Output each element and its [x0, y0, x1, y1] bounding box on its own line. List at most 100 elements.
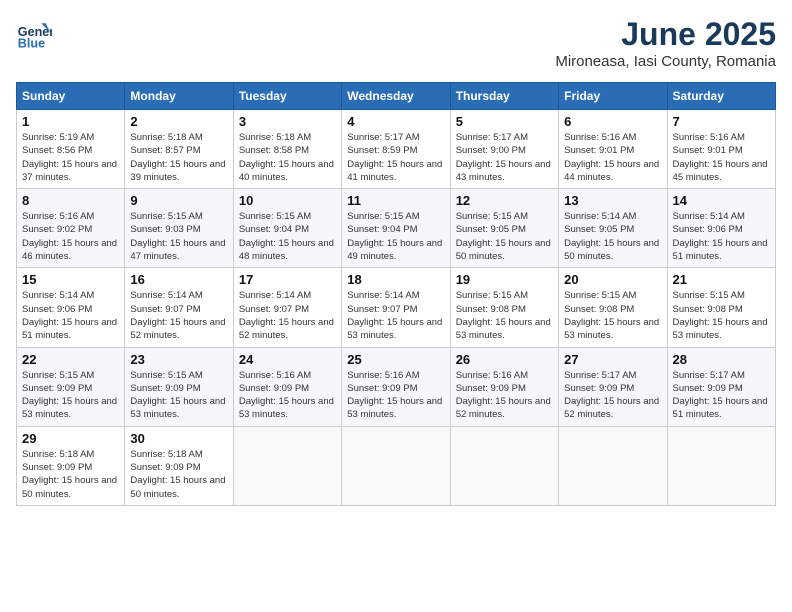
day-number: 4: [347, 114, 444, 129]
calendar-day-cell: [450, 426, 558, 505]
calendar-day-cell: 8 Sunrise: 5:16 AMSunset: 9:02 PMDaylight…: [17, 189, 125, 268]
svg-text:Blue: Blue: [18, 37, 45, 51]
calendar-week-row: 8 Sunrise: 5:16 AMSunset: 9:02 PMDaylight…: [17, 189, 776, 268]
calendar-day-cell: 18 Sunrise: 5:14 AMSunset: 9:07 PMDayligh…: [342, 268, 450, 347]
calendar-day-cell: 11 Sunrise: 5:15 AMSunset: 9:04 PMDayligh…: [342, 189, 450, 268]
calendar-day-cell: 4 Sunrise: 5:17 AMSunset: 8:59 PMDaylight…: [342, 110, 450, 189]
day-number: 29: [22, 431, 119, 446]
day-number: 30: [130, 431, 227, 446]
calendar-day-cell: 3 Sunrise: 5:18 AMSunset: 8:58 PMDaylight…: [233, 110, 341, 189]
weekday-header: Thursday: [450, 83, 558, 110]
calendar-day-cell: [233, 426, 341, 505]
day-info: Sunrise: 5:16 AMSunset: 9:09 PMDaylight:…: [456, 369, 553, 422]
day-info: Sunrise: 5:15 AMSunset: 9:04 PMDaylight:…: [347, 210, 444, 263]
calendar-day-cell: 29 Sunrise: 5:18 AMSunset: 9:09 PMDayligh…: [17, 426, 125, 505]
calendar-day-cell: 7 Sunrise: 5:16 AMSunset: 9:01 PMDaylight…: [667, 110, 775, 189]
calendar-day-cell: 19Sunrise: 5:15 AMSunset: 9:08 PMDayligh…: [450, 268, 558, 347]
calendar-day-cell: 24Sunrise: 5:16 AMSunset: 9:09 PMDayligh…: [233, 347, 341, 426]
day-info: Sunrise: 5:15 AMSunset: 9:09 PMDaylight:…: [130, 369, 227, 422]
day-info: Sunrise: 5:14 AMSunset: 9:05 PMDaylight:…: [564, 210, 661, 263]
weekday-header: Wednesday: [342, 83, 450, 110]
day-info: Sunrise: 5:19 AMSunset: 8:56 PMDaylight:…: [22, 131, 119, 184]
day-info: Sunrise: 5:17 AMSunset: 9:00 PMDaylight:…: [456, 131, 553, 184]
day-number: 12: [456, 193, 553, 208]
weekday-header: Saturday: [667, 83, 775, 110]
day-number: 6: [564, 114, 661, 129]
calendar-day-cell: 23 Sunrise: 5:15 AMSunset: 9:09 PMDayligh…: [125, 347, 233, 426]
logo-icon: General Blue: [16, 16, 52, 52]
day-number: 2: [130, 114, 227, 129]
calendar-day-cell: 25Sunrise: 5:16 AMSunset: 9:09 PMDayligh…: [342, 347, 450, 426]
calendar-day-cell: 20 Sunrise: 5:15 AMSunset: 9:08 PMDayligh…: [559, 268, 667, 347]
day-number: 5: [456, 114, 553, 129]
day-number: 1: [22, 114, 119, 129]
day-info: Sunrise: 5:18 AMSunset: 8:57 PMDaylight:…: [130, 131, 227, 184]
title-area: June 2025 Mironeasa, Iasi County, Romani…: [555, 16, 776, 70]
day-number: 17: [239, 272, 336, 287]
day-info: Sunrise: 5:15 AMSunset: 9:09 PMDaylight:…: [22, 369, 119, 422]
day-number: 14: [673, 193, 770, 208]
calendar-day-cell: 10 Sunrise: 5:15 AMSunset: 9:04 PMDayligh…: [233, 189, 341, 268]
day-info: Sunrise: 5:14 AMSunset: 9:07 PMDaylight:…: [130, 289, 227, 342]
calendar-day-cell: [559, 426, 667, 505]
calendar-day-cell: 12 Sunrise: 5:15 AMSunset: 9:05 PMDayligh…: [450, 189, 558, 268]
day-info: Sunrise: 5:14 AMSunset: 9:06 PMDaylight:…: [22, 289, 119, 342]
day-info: Sunrise: 5:16 AMSunset: 9:02 PMDaylight:…: [22, 210, 119, 263]
calendar-header-row: SundayMondayTuesdayWednesdayThursdayFrid…: [17, 83, 776, 110]
day-number: 8: [22, 193, 119, 208]
day-info: Sunrise: 5:16 AMSunset: 9:01 PMDaylight:…: [673, 131, 770, 184]
calendar-day-cell: 28 Sunrise: 5:17 AMSunset: 9:09 PMDayligh…: [667, 347, 775, 426]
weekday-header: Sunday: [17, 83, 125, 110]
day-number: 11: [347, 193, 444, 208]
calendar-week-row: 1 Sunrise: 5:19 AMSunset: 8:56 PMDaylight…: [17, 110, 776, 189]
day-info: Sunrise: 5:16 AMSunset: 9:09 PMDaylight:…: [239, 369, 336, 422]
calendar-day-cell: 15 Sunrise: 5:14 AMSunset: 9:06 PMDayligh…: [17, 268, 125, 347]
weekday-header: Monday: [125, 83, 233, 110]
day-number: 26: [456, 352, 553, 367]
calendar-week-row: 22 Sunrise: 5:15 AMSunset: 9:09 PMDayligh…: [17, 347, 776, 426]
location-title: Mironeasa, Iasi County, Romania: [555, 53, 776, 70]
day-number: 27: [564, 352, 661, 367]
day-number: 19: [456, 272, 553, 287]
day-info: Sunrise: 5:18 AMSunset: 8:58 PMDaylight:…: [239, 131, 336, 184]
day-info: Sunrise: 5:15 AMSunset: 9:03 PMDaylight:…: [130, 210, 227, 263]
day-info: Sunrise: 5:14 AMSunset: 9:07 PMDaylight:…: [239, 289, 336, 342]
day-number: 13: [564, 193, 661, 208]
day-info: Sunrise: 5:14 AMSunset: 9:07 PMDaylight:…: [347, 289, 444, 342]
day-info: Sunrise: 5:15 AMSunset: 9:08 PMDaylight:…: [673, 289, 770, 342]
day-number: 23: [130, 352, 227, 367]
day-number: 20: [564, 272, 661, 287]
calendar-week-row: 29 Sunrise: 5:18 AMSunset: 9:09 PMDayligh…: [17, 426, 776, 505]
day-info: Sunrise: 5:15 AMSunset: 9:08 PMDaylight:…: [564, 289, 661, 342]
day-info: Sunrise: 5:15 AMSunset: 9:05 PMDaylight:…: [456, 210, 553, 263]
day-info: Sunrise: 5:17 AMSunset: 9:09 PMDaylight:…: [673, 369, 770, 422]
calendar-day-cell: 13 Sunrise: 5:14 AMSunset: 9:05 PMDayligh…: [559, 189, 667, 268]
day-info: Sunrise: 5:15 AMSunset: 9:04 PMDaylight:…: [239, 210, 336, 263]
calendar-day-cell: 26 Sunrise: 5:16 AMSunset: 9:09 PMDayligh…: [450, 347, 558, 426]
day-number: 16: [130, 272, 227, 287]
day-number: 18: [347, 272, 444, 287]
page-header: General Blue June 2025 Mironeasa, Iasi C…: [16, 16, 776, 70]
day-info: Sunrise: 5:18 AMSunset: 9:09 PMDaylight:…: [22, 448, 119, 501]
calendar-table: SundayMondayTuesdayWednesdayThursdayFrid…: [16, 82, 776, 506]
day-number: 22: [22, 352, 119, 367]
calendar-day-cell: 1 Sunrise: 5:19 AMSunset: 8:56 PMDaylight…: [17, 110, 125, 189]
day-info: Sunrise: 5:17 AMSunset: 8:59 PMDaylight:…: [347, 131, 444, 184]
calendar-day-cell: 5 Sunrise: 5:17 AMSunset: 9:00 PMDaylight…: [450, 110, 558, 189]
calendar-day-cell: 16 Sunrise: 5:14 AMSunset: 9:07 PMDayligh…: [125, 268, 233, 347]
day-number: 3: [239, 114, 336, 129]
calendar-day-cell: 22 Sunrise: 5:15 AMSunset: 9:09 PMDayligh…: [17, 347, 125, 426]
weekday-header: Friday: [559, 83, 667, 110]
day-number: 10: [239, 193, 336, 208]
day-number: 28: [673, 352, 770, 367]
calendar-day-cell: 14Sunrise: 5:14 AMSunset: 9:06 PMDayligh…: [667, 189, 775, 268]
day-info: Sunrise: 5:16 AMSunset: 9:01 PMDaylight:…: [564, 131, 661, 184]
calendar-day-cell: [342, 426, 450, 505]
calendar-day-cell: 27Sunrise: 5:17 AMSunset: 9:09 PMDayligh…: [559, 347, 667, 426]
calendar-day-cell: 6 Sunrise: 5:16 AMSunset: 9:01 PMDaylight…: [559, 110, 667, 189]
day-number: 7: [673, 114, 770, 129]
day-number: 15: [22, 272, 119, 287]
calendar-day-cell: 2 Sunrise: 5:18 AMSunset: 8:57 PMDaylight…: [125, 110, 233, 189]
day-info: Sunrise: 5:16 AMSunset: 9:09 PMDaylight:…: [347, 369, 444, 422]
calendar-day-cell: 21Sunrise: 5:15 AMSunset: 9:08 PMDayligh…: [667, 268, 775, 347]
